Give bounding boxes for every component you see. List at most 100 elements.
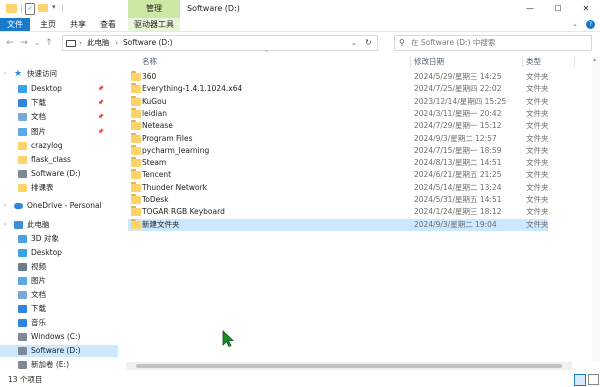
star-icon: ★ [14, 69, 23, 79]
file-date: 2024/3/11/星期一 20:42 [414, 108, 502, 118]
breadcrumb-this-pc[interactable]: 此电脑 [87, 36, 110, 50]
new-folder-quick-icon[interactable] [38, 4, 48, 12]
sidebar-item[interactable]: Desktop [0, 247, 118, 259]
sidebar-item-label: 此电脑 [27, 220, 50, 229]
table-row[interactable]: TOGAR RGB Keyboard 2024/1/24/星期三 18:12 文件夹 [128, 206, 549, 218]
folder-icon [131, 95, 141, 106]
sidebar-item[interactable]: Software (D:) [0, 345, 118, 357]
breadcrumb-separator-icon[interactable]: › [79, 36, 82, 50]
quick-access-dropdown-icon[interactable]: ▾ [52, 3, 56, 11]
expand-chevron-icon[interactable]: › [4, 68, 6, 80]
vertical-scrollbar[interactable]: ▴ [592, 56, 600, 362]
table-row[interactable]: Tencent 2024/6/21/星期五 21:25 文件夹 [128, 169, 549, 181]
sidebar-item[interactable]: › OneDrive - Personal [0, 200, 118, 212]
table-row[interactable]: Thunder Network 2024/5/14/星期二 13:24 文件夹 [128, 181, 549, 194]
table-row[interactable]: 新建文件夹 2024/9/3/星期二 19:04 文件夹 [128, 218, 549, 231]
refresh-icon[interactable]: ↻ [365, 36, 372, 50]
sidebar-item[interactable]: 图片 📌 [0, 126, 118, 138]
forward-arrow-icon[interactable]: → [18, 37, 30, 49]
sidebar-item[interactable]: 下载 📌 [0, 97, 118, 109]
divider [21, 4, 22, 13]
file-date: 2024/5/29/星期三 14:25 [414, 72, 502, 81]
sidebar-item[interactable]: 文档 [0, 289, 118, 301]
tab-file[interactable]: 文件 [0, 18, 30, 31]
table-row[interactable]: 360 2024/5/29/星期三 14:25 文件夹 [128, 71, 549, 83]
table-row[interactable]: Steam 2024/8/13/星期二 14:51 文件夹 [128, 157, 549, 169]
sidebar-item[interactable]: Windows (C:) [0, 331, 118, 343]
address-dropdown-icon[interactable]: ⌄ [351, 36, 357, 50]
file-date: 2024/1/24/星期三 18:12 [414, 207, 502, 217]
file-type: 文件夹 [526, 108, 549, 118]
sidebar-item-label: 图片 [31, 127, 46, 136]
table-row[interactable]: ToDesk 2024/5/31/星期五 14:51 文件夹 [128, 194, 549, 206]
expand-chevron-icon[interactable]: › [4, 219, 6, 231]
sidebar-item[interactable]: 3D 对象 [0, 233, 118, 245]
table-row[interactable]: Netease 2024/7/29/星期一 15:12 文件夹 [128, 120, 549, 132]
file-name: Thunder Network [142, 182, 207, 192]
large-icons-view-icon[interactable] [588, 374, 599, 385]
3d-objects-icon [18, 235, 27, 243]
column-header-name[interactable]: 名称 [142, 56, 157, 67]
file-name: pycharm_learning [142, 145, 210, 155]
sidebar-item[interactable]: › ★ 快速访问 [0, 68, 118, 80]
sidebar-item[interactable]: › 此电脑 [0, 219, 118, 231]
minimize-icon[interactable]: — [518, 0, 542, 18]
music-icon [18, 319, 27, 327]
search-input[interactable]: ⚲ 在 Software (D:) 中搜索 [394, 35, 592, 51]
sidebar-item[interactable]: 图片 [0, 275, 118, 287]
back-arrow-icon[interactable]: ← [4, 37, 16, 49]
sidebar-item[interactable]: 排课表 [0, 182, 118, 194]
download-icon [18, 99, 27, 107]
sidebar-item[interactable]: 音乐 [0, 317, 118, 329]
file-name: ToDesk [142, 195, 169, 204]
horizontal-scroll-thumb[interactable] [136, 364, 562, 368]
breadcrumb-separator-icon[interactable]: › [115, 36, 118, 50]
breadcrumb-drive[interactable]: Software (D:) [123, 36, 173, 50]
sidebar-item-label: 下载 [31, 304, 46, 313]
sidebar-item[interactable]: crazylog [0, 140, 118, 152]
sidebar-item[interactable]: flask_class [0, 154, 118, 166]
item-count: 13 个项目 [8, 375, 43, 384]
sidebar-item-label: 快速访问 [27, 69, 57, 78]
details-view-icon[interactable] [574, 374, 586, 386]
navigation-pane: › ★ 快速访问 Desktop 📌 下载 📌 文档 📌 图片 📌 crazylog flask_cla… [0, 56, 120, 374]
folder-icon [131, 157, 141, 168]
recent-locations-chevron-icon[interactable]: ⌄ [31, 37, 43, 49]
sidebar-item-label: 3D 对象 [31, 234, 59, 243]
tab-share[interactable]: 共享 [66, 18, 90, 31]
sidebar-item[interactable]: 下载 [0, 303, 118, 315]
sidebar-item[interactable]: 新加卷 (E:) [0, 359, 118, 371]
folder-icon [131, 132, 141, 143]
table-row[interactable]: KuGou 2023/12/14/星期四 15:25 文件夹 [128, 95, 549, 108]
sidebar-item[interactable]: Desktop 📌 [0, 83, 118, 95]
sidebar-item[interactable]: Software (D:) [0, 168, 118, 180]
drive-icon [18, 170, 27, 178]
sidebar-item-label: crazylog [31, 141, 63, 150]
column-header-type[interactable]: 类型 [526, 56, 541, 67]
pin-icon: 📌 [97, 100, 104, 106]
up-arrow-icon[interactable]: ↑ [43, 37, 55, 49]
file-type: 文件夹 [526, 182, 549, 192]
close-icon[interactable]: ✕ [574, 0, 598, 18]
table-row[interactable]: leidian 2024/3/11/星期一 20:42 文件夹 [128, 107, 549, 120]
table-row[interactable]: pycharm_learning 2024/7/15/星期一 18:59 文件夹 [128, 144, 549, 157]
folder-icon [131, 71, 141, 81]
properties-quick-icon[interactable]: ✓ [25, 3, 35, 15]
ribbon-tab-bar: 文件 主页 共享 查看 驱动器工具 ⌄ ? [0, 18, 600, 32]
tab-home[interactable]: 主页 [36, 18, 60, 31]
tab-drive-tools[interactable]: 驱动器工具 [128, 18, 180, 31]
file-name: Tencent [142, 170, 172, 180]
expand-chevron-icon[interactable]: › [4, 200, 6, 212]
address-bar[interactable]: › 此电脑 › Software (D:) ⌄ ↻ [62, 35, 378, 51]
sidebar-item[interactable]: 文档 📌 [0, 111, 118, 123]
scroll-up-icon[interactable]: ▴ [593, 56, 596, 63]
tab-view[interactable]: 查看 [96, 18, 120, 31]
sidebar-item[interactable]: 视频 [0, 261, 118, 273]
expand-ribbon-icon[interactable]: ⌄ [572, 18, 578, 31]
column-header-date[interactable]: 修改日期 [414, 56, 444, 67]
help-icon[interactable]: ? [586, 20, 595, 29]
table-row[interactable]: Program Files 2024/9/3/星期二 12:57 文件夹 [128, 132, 549, 145]
divider [62, 4, 63, 13]
table-row[interactable]: Everything-1.4.1.1024.x64 2024/7/25/星期四 2… [128, 83, 549, 95]
maximize-icon[interactable]: ☐ [546, 0, 570, 18]
